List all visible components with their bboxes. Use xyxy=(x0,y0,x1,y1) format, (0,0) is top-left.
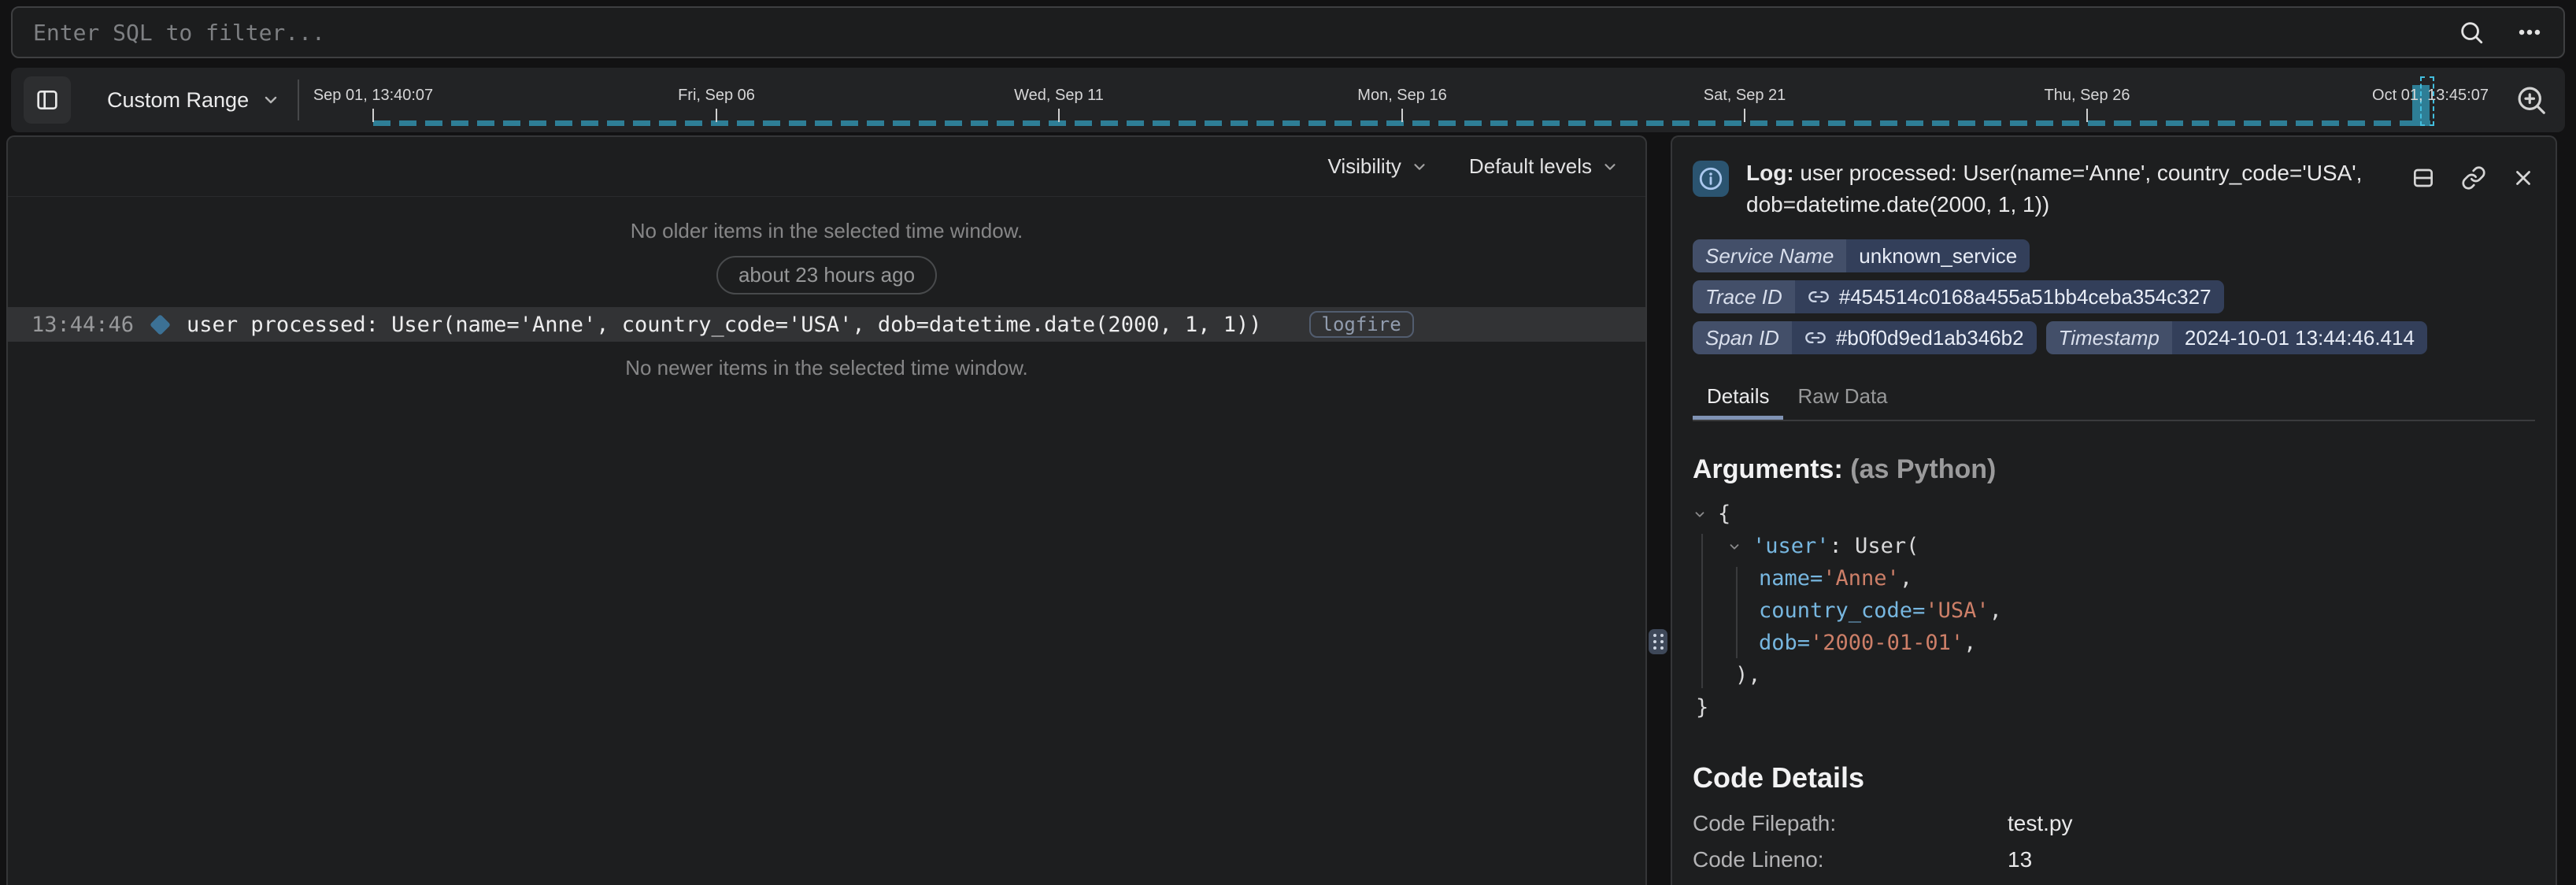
service-name-badge: Service Name unknown_service xyxy=(1693,239,2030,272)
default-levels-dropdown[interactable]: Default levels xyxy=(1469,154,1619,179)
span-id-badge[interactable]: Span ID #b0f0d9ed1ab346b2 xyxy=(1693,321,2037,354)
sql-filter-bar xyxy=(11,6,2565,58)
log-message: user processed: User(name='Anne', countr… xyxy=(187,313,1261,337)
indent-guide xyxy=(1736,567,1738,658)
no-newer-items-message: No newer items in the selected time wind… xyxy=(8,356,1645,380)
timeline-bar: Custom Range Sep 01, 13:40:07 Fri, Sep 0… xyxy=(11,68,2565,132)
panel-resize-handle[interactable] xyxy=(1649,629,1667,654)
more-options-icon[interactable] xyxy=(2516,19,2543,46)
collapse-chevron-icon[interactable] xyxy=(1727,539,1748,554)
detail-title: Log: user processed: User(name='Anne', c… xyxy=(1746,157,2392,220)
log-row[interactable]: 13:44:46 user processed: User(name='Anne… xyxy=(8,307,1645,342)
logfire-app: Custom Range Sep 01, 13:40:07 Fri, Sep 0… xyxy=(0,0,2576,885)
close-icon[interactable] xyxy=(2511,166,2535,190)
logs-panel-header: Visibility Default levels xyxy=(8,137,1645,197)
permalink-icon[interactable] xyxy=(2461,165,2486,191)
detail-panel: Log: user processed: User(name='Anne', c… xyxy=(1671,135,2557,885)
chevron-down-icon xyxy=(1411,158,1428,176)
timestamp-badge: Timestamp 2024-10-01 13:44:46.414 xyxy=(2046,321,2427,354)
trace-id-badge[interactable]: Trace ID #454514c0168a455a51bb4ceba354c3… xyxy=(1693,280,2224,313)
arguments-code: { 'user': User( name='Anne', country_cod… xyxy=(1693,498,2535,724)
search-icon[interactable] xyxy=(2458,19,2485,46)
code-details-rows: Code Filepath: test.py Code Lineno: 13 xyxy=(1693,805,2535,878)
zoom-in-button[interactable] xyxy=(2510,79,2552,121)
indent-guide xyxy=(1701,534,1703,688)
link-icon xyxy=(1808,286,1830,308)
code-details-heading: Code Details xyxy=(1693,761,2535,794)
sql-filter-input[interactable] xyxy=(33,20,2458,46)
metadata-badges: Service Name unknown_service Trace ID #4… xyxy=(1693,239,2535,354)
code-filepath-row: Code Filepath: test.py xyxy=(1693,805,2535,842)
log-tag-logfire[interactable]: logfire xyxy=(1309,311,1414,338)
timeline-plot[interactable]: Sep 01, 13:40:07 Fri, Sep 06 Wed, Sep 11… xyxy=(11,68,2565,132)
code-lineno-row: Code Lineno: 13 xyxy=(1693,842,2535,878)
visibility-dropdown[interactable]: Visibility xyxy=(1327,154,1427,179)
log-timestamp: 13:44:46 xyxy=(31,313,134,337)
diamond-icon xyxy=(150,314,171,335)
magnifier-plus-icon xyxy=(2515,83,2548,117)
tab-details[interactable]: Details xyxy=(1693,378,1783,420)
chevron-down-icon xyxy=(1601,158,1619,176)
no-older-items-message: No older items in the selected time wind… xyxy=(8,219,1645,243)
tab-raw-data[interactable]: Raw Data xyxy=(1783,378,1901,420)
logs-panel: Visibility Default levels No older items… xyxy=(6,135,1647,885)
collapse-chevron-icon[interactable] xyxy=(1693,507,1713,521)
split-view-icon[interactable] xyxy=(2411,165,2436,191)
detail-header: Log: user processed: User(name='Anne', c… xyxy=(1693,157,2535,220)
link-icon xyxy=(1804,327,1827,349)
relative-time-badge: about 23 hours ago xyxy=(716,256,937,294)
detail-tabs: Details Raw Data xyxy=(1693,378,2535,421)
info-level-icon xyxy=(1693,161,1729,197)
arguments-heading: Arguments: (as Python) xyxy=(1693,454,2535,485)
